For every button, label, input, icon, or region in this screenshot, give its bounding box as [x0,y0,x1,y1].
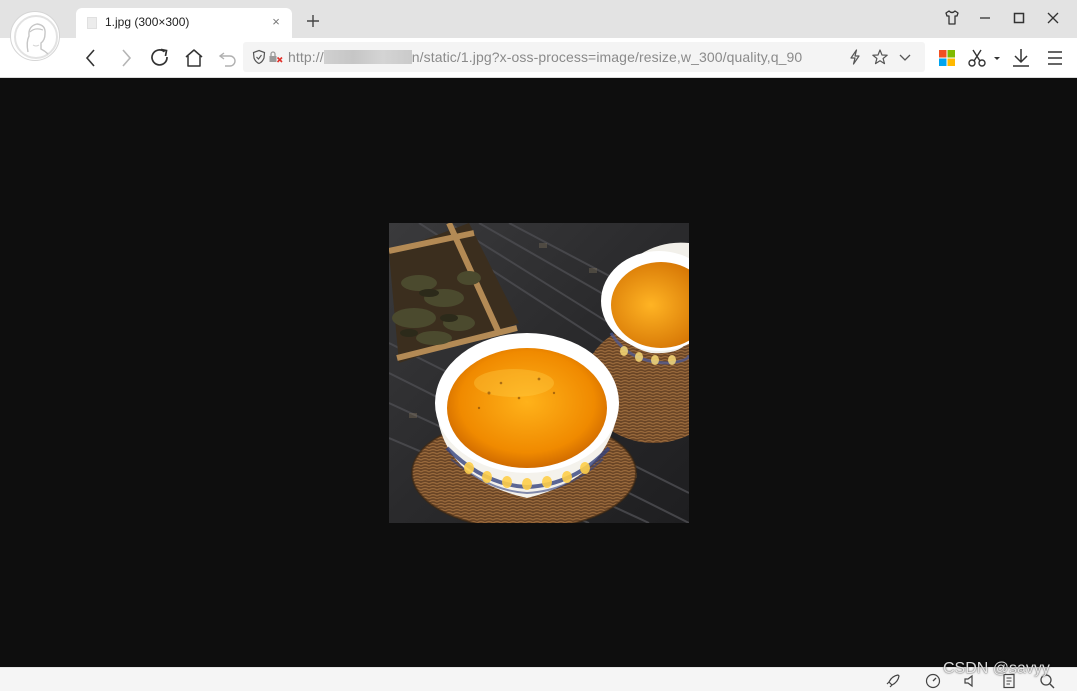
reload-button[interactable] [147,45,173,71]
watermark-text: CSDN @savyy [943,660,1050,677]
apps-button[interactable] [934,45,960,71]
menu-icon [1048,51,1062,65]
home-button[interactable] [181,45,207,71]
minimize-icon [980,17,990,19]
lightning-icon[interactable] [846,48,864,66]
url-text[interactable]: http:// n/static/1.jpg?x-oss-process=imag… [288,49,802,65]
back-button[interactable] [78,45,104,71]
rocket-icon[interactable] [884,672,902,690]
tab-active[interactable]: 1.jpg (300×300) × [76,8,292,38]
avatar-icon [14,15,58,59]
new-tab-button[interactable] [302,10,324,32]
maximize-icon [1013,12,1025,24]
menu-button[interactable] [1042,45,1068,71]
url-prefix: http:// [288,49,324,65]
apps-icon [939,50,955,66]
chevron-down-icon[interactable] [896,48,914,66]
download-button[interactable] [1008,45,1034,71]
screenshot-button[interactable] [964,45,1004,71]
tab-strip: 1.jpg (300×300) × [0,0,1077,38]
chevron-left-icon [85,49,95,67]
home-icon [185,49,203,67]
shield-icon[interactable] [251,49,267,65]
scissors-icon [968,49,1000,67]
tab-close-icon[interactable]: × [268,13,284,31]
image-viewer [0,78,1077,667]
user-avatar[interactable] [10,11,60,61]
chevron-right-icon [122,49,132,67]
navigation-toolbar: http:// n/static/1.jpg?x-oss-process=imag… [0,38,1077,78]
tea-photo-image [389,223,689,523]
url-redacted [323,50,412,64]
reload-icon [151,48,168,66]
maximize-button[interactable] [1006,7,1032,29]
plus-icon [307,15,319,27]
undo-icon [218,52,236,67]
skin-button[interactable] [939,7,965,29]
url-suffix: n/static/1.jpg?x-oss-process=image/resiz… [411,49,803,65]
skin-icon [945,10,959,25]
file-icon [87,17,97,29]
address-bar[interactable]: http:// n/static/1.jpg?x-oss-process=imag… [243,42,925,72]
star-icon[interactable] [871,48,889,66]
forward-button[interactable] [113,45,139,71]
undo-close-button[interactable] [215,45,241,71]
status-bar [0,667,1077,691]
speedometer-icon[interactable] [924,672,942,690]
minimize-button[interactable] [972,7,998,29]
lock-crossed-icon[interactable] [268,49,284,65]
tab-title: 1.jpg (300×300) [105,15,190,29]
close-window-button[interactable] [1040,7,1066,29]
download-icon [1013,49,1029,67]
tea-photo[interactable] [389,223,689,523]
close-icon [1047,12,1059,24]
